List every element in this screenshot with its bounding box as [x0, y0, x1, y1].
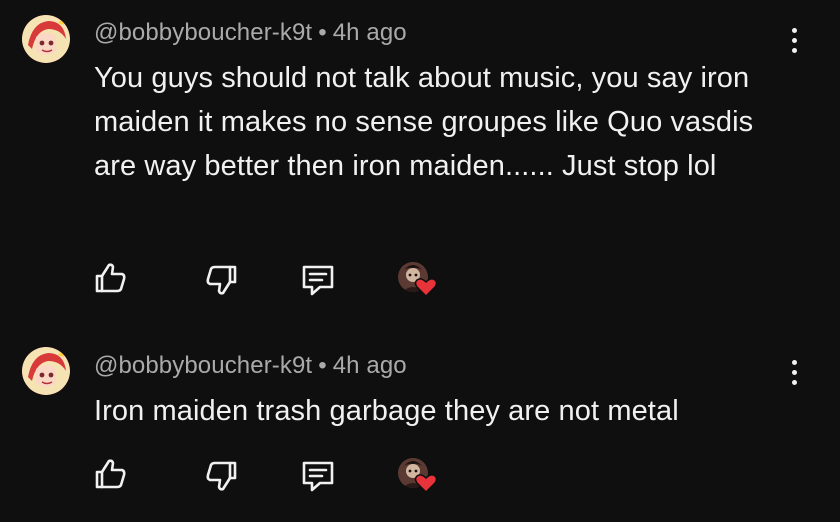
author-handle[interactable]: @bobbyboucher-k9t — [94, 19, 312, 46]
author-avatar[interactable] — [22, 15, 70, 63]
reply-comment-icon[interactable] — [298, 260, 338, 300]
comment-text: Iron maiden trash garbage they are not m… — [94, 395, 679, 427]
thumbs-down-icon[interactable] — [200, 456, 240, 496]
more-vertical-icon[interactable] — [780, 352, 808, 392]
thumbs-up-icon[interactable] — [92, 454, 132, 494]
reply-comment-icon[interactable] — [298, 456, 338, 496]
comment-timestamp[interactable]: 4h ago — [333, 352, 407, 379]
comment-meta: @bobbyboucher-k9t • 4h ago — [94, 352, 407, 380]
author-avatar[interactable] — [22, 347, 70, 395]
comment-text: You guys should not talk about music, yo… — [94, 62, 754, 182]
meta-separator: • — [318, 352, 327, 379]
meta-separator: • — [318, 19, 327, 46]
creator-heart-icon — [398, 458, 442, 498]
creator-heart-icon — [398, 262, 442, 302]
more-vertical-icon[interactable] — [780, 20, 808, 60]
comment-timestamp[interactable]: 4h ago — [333, 19, 407, 46]
comment-meta: @bobbyboucher-k9t • 4h ago — [94, 19, 407, 47]
thumbs-down-icon[interactable] — [200, 260, 240, 300]
author-handle[interactable]: @bobbyboucher-k9t — [94, 352, 312, 379]
thumbs-up-icon[interactable] — [92, 258, 132, 298]
